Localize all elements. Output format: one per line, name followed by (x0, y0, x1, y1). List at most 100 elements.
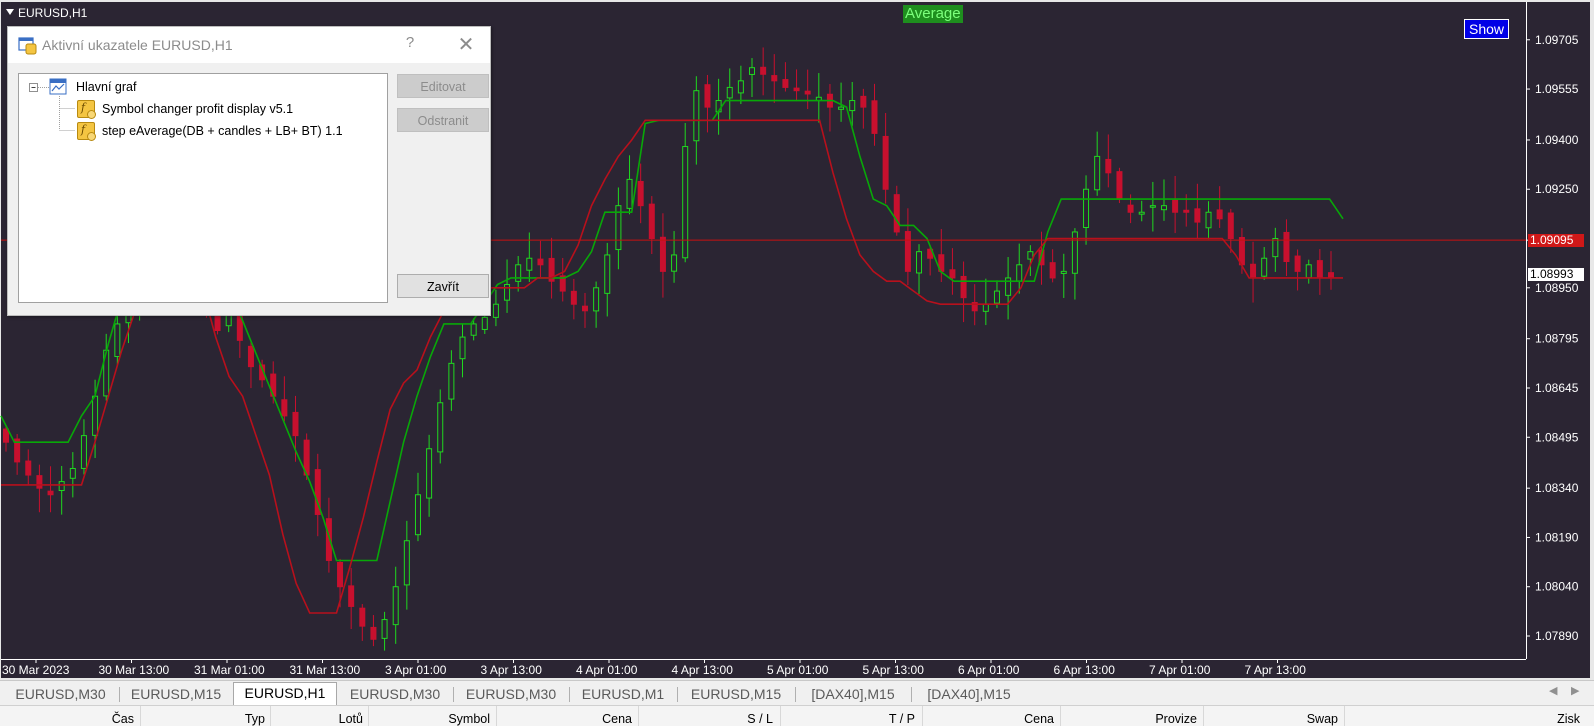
x-tick-label: 30 Mar 2023 (2, 663, 70, 677)
column-divider[interactable] (1203, 706, 1204, 726)
candle-body (403, 540, 410, 586)
candle-body (1272, 238, 1279, 258)
chart-tab[interactable]: EURUSD,M30 (337, 684, 453, 704)
column-header[interactable]: Cena (1024, 712, 1054, 726)
scroll-right-icon[interactable]: ▶ (1571, 684, 1579, 697)
column-divider[interactable] (270, 706, 271, 726)
dialog-titlebar[interactable]: Aktivní ukazatele EURUSD,H1 ? ✕ (8, 27, 490, 63)
x-tick-label: 5 Apr 01:00 (767, 663, 829, 677)
x-tick-label: 6 Apr 01:00 (958, 663, 1020, 677)
indicators-window-icon (18, 37, 37, 55)
chart-tab[interactable]: EURUSD,M1 (569, 684, 677, 704)
column-divider[interactable] (922, 706, 923, 726)
candle-body (1261, 257, 1268, 277)
candle-body (893, 194, 900, 233)
candle-body (504, 284, 511, 301)
column-header[interactable]: Čas (112, 712, 134, 726)
candle-body (1027, 251, 1034, 260)
column-divider[interactable] (1060, 706, 1061, 726)
column-header[interactable]: Lotů (339, 712, 363, 726)
chart-tab[interactable]: EURUSD,H1 (233, 682, 337, 705)
column-header[interactable]: Provize (1155, 712, 1197, 726)
tree-item-symbol-changer[interactable]: Symbol changer profit display v5.1 (102, 102, 293, 116)
candle-body (36, 475, 43, 489)
x-tick-label: 4 Apr 13:00 (672, 663, 734, 677)
x-tick-label: 31 Mar 01:00 (194, 663, 265, 677)
y-tick-label: 1.07890 (1535, 629, 1579, 643)
candle-body (593, 287, 600, 312)
chart-tab[interactable]: EURUSD,M15 (119, 684, 233, 704)
candle-body (481, 316, 488, 330)
column-divider[interactable] (140, 706, 141, 726)
column-divider[interactable] (368, 706, 369, 726)
candle-body (693, 90, 700, 142)
candle-body (515, 264, 522, 282)
candle-body (292, 411, 299, 437)
scroll-left-icon[interactable]: ◀ (1549, 684, 1557, 697)
candle-body (782, 79, 789, 88)
candle-body (1094, 155, 1101, 191)
chart-tab[interactable]: EURUSD,M30 (2, 684, 119, 704)
candle-body (982, 303, 989, 312)
column-header[interactable]: Typ (245, 712, 265, 726)
chart-title: EURUSD,H1 (6, 6, 87, 20)
candle-body (726, 86, 733, 99)
candle-body (682, 146, 689, 259)
candle-body (871, 100, 878, 134)
candle-body (737, 80, 744, 94)
candle-body (1160, 205, 1167, 211)
candle-body (1250, 263, 1257, 279)
active-indicators-dialog: Aktivní ukazatele EURUSD,H1 ? ✕ Hlavní g… (7, 26, 491, 316)
column-header[interactable]: Cena (602, 712, 632, 726)
y-tick-label: 1.08340 (1535, 481, 1579, 495)
chart-tab[interactable]: EURUSD,M30 (453, 684, 569, 704)
candle-body (426, 448, 433, 499)
candle-body (80, 435, 87, 469)
candle-body (704, 84, 711, 108)
column-divider[interactable] (780, 706, 781, 726)
y-tick-label: 1.09400 (1535, 133, 1579, 147)
close-icon[interactable]: ✕ (456, 32, 476, 57)
column-header[interactable]: Swap (1307, 712, 1338, 726)
edit-button[interactable]: Editovat (397, 74, 489, 98)
candle-body (1283, 231, 1290, 263)
close-dialog-button[interactable]: Zavřít (397, 274, 489, 298)
column-header[interactable]: Symbol (448, 712, 490, 726)
column-header[interactable]: Zisk (1557, 712, 1580, 726)
remove-button[interactable]: Odstranit (397, 108, 489, 132)
column-divider[interactable] (496, 706, 497, 726)
candle-body (1138, 211, 1145, 215)
candle-body (1105, 158, 1112, 174)
main-chart-icon (49, 78, 67, 95)
column-header[interactable]: T / P (889, 712, 915, 726)
ask-price-tag: 1.08993 (1528, 267, 1584, 281)
show-button[interactable]: Show (1464, 19, 1510, 39)
candle-body (993, 290, 1000, 304)
x-tick-label: 30 Mar 13:00 (99, 663, 170, 677)
x-tick-label: 3 Apr 01:00 (385, 663, 447, 677)
chart-tab[interactable]: EURUSD,M15 (677, 684, 795, 704)
bid-price-tag: 1.09095 (1528, 234, 1584, 248)
tree-root-main-chart[interactable]: Hlavní graf (76, 80, 136, 94)
chevron-down-icon[interactable] (6, 9, 14, 15)
column-divider[interactable] (638, 706, 639, 726)
candle-body (626, 178, 633, 209)
trade-columns-header: Čas Typ Lotů Symbol Cena S / L T / P Cena Proviz… (0, 705, 1594, 726)
help-button[interactable]: ? (400, 34, 420, 51)
custom-indicator-icon: f (77, 100, 96, 119)
candle-body (581, 305, 588, 312)
candle-body (3, 428, 9, 443)
column-header[interactable]: S / L (747, 712, 773, 726)
candle-body (860, 95, 867, 108)
candle-body (1238, 237, 1245, 266)
column-divider[interactable] (1344, 706, 1345, 726)
x-tick-label: 5 Apr 13:00 (863, 663, 925, 677)
y-tick-label: 1.09250 (1535, 182, 1579, 196)
chart-tab[interactable]: [DAX40],M15 (795, 684, 911, 704)
indicator-tree[interactable]: Hlavní graf f Symbol changer profit disp… (18, 73, 388, 303)
candle-body (648, 203, 655, 240)
chart-tab[interactable]: [DAX40],M15 (911, 684, 1027, 704)
candle-body (771, 75, 778, 82)
x-tick-label: 7 Apr 13:00 (1245, 663, 1307, 677)
tree-item-step-eaverage[interactable]: step eAverage(DB + candles + LB+ BT) 1.1 (102, 124, 343, 138)
